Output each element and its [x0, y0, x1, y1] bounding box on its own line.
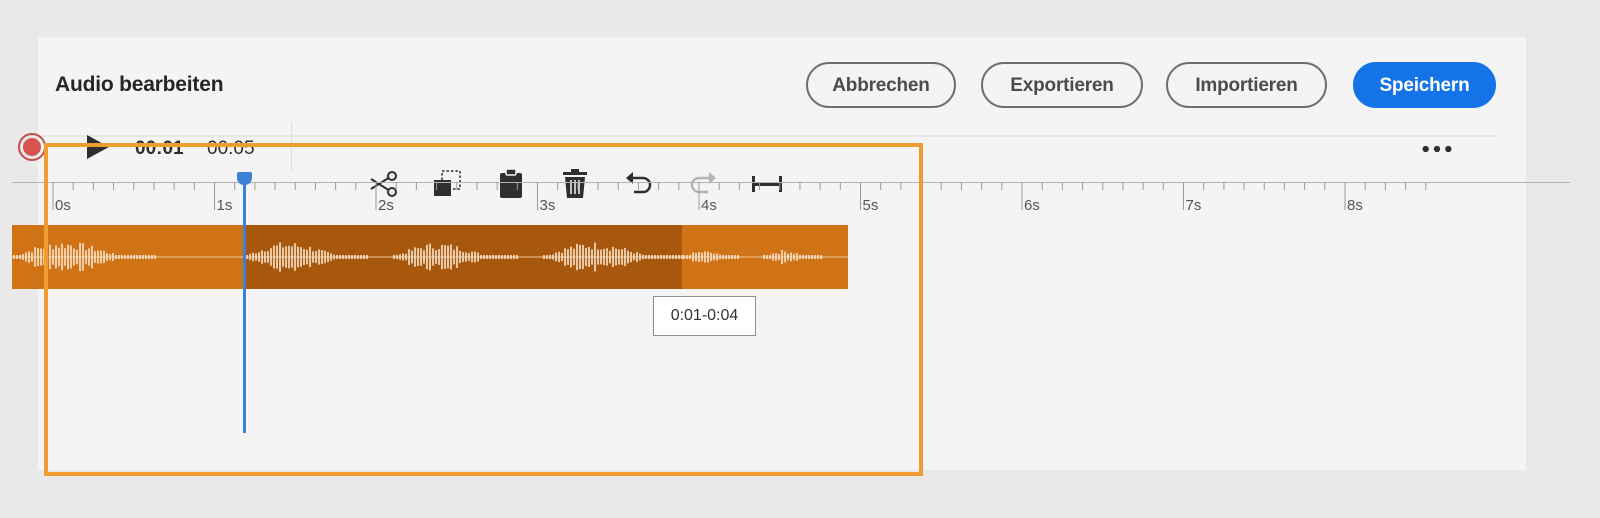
export-button[interactable]: Exportieren [981, 62, 1143, 108]
record-icon[interactable] [18, 133, 46, 161]
ruler-tick-label: 6s [1024, 197, 1040, 214]
header-divider [38, 135, 1498, 137]
import-button[interactable]: Importieren [1166, 62, 1327, 108]
ruler-tick-label: 8s [1347, 197, 1363, 214]
audio-clip[interactable] [12, 225, 848, 289]
playhead-handle[interactable] [237, 172, 252, 185]
ruler-tick-label: 7s [1185, 197, 1202, 214]
ruler-tick-label: 0s [55, 197, 71, 214]
toolbar-divider [291, 122, 292, 172]
ruler-tick-label: 1s [216, 197, 233, 214]
ruler-tick-label: 2s [378, 197, 394, 214]
more-icon[interactable] [1420, 132, 1452, 162]
ruler-tick-label: 4s [701, 197, 717, 214]
page-title: Audio bearbeiten [55, 73, 224, 96]
save-button[interactable]: Speichern [1353, 62, 1496, 108]
current-time: 00:01 [135, 138, 184, 159]
play-icon[interactable] [87, 135, 109, 159]
ruler-tick-label: 3s [539, 197, 556, 214]
cancel-button[interactable]: Abbrechen [806, 62, 956, 108]
waveform [12, 242, 848, 272]
playhead-line[interactable] [243, 178, 246, 433]
ruler-tick-label: 5s [862, 197, 879, 214]
total-time: 00:05 [207, 138, 255, 159]
selection-tooltip: 0:01-0:04 [653, 296, 756, 336]
